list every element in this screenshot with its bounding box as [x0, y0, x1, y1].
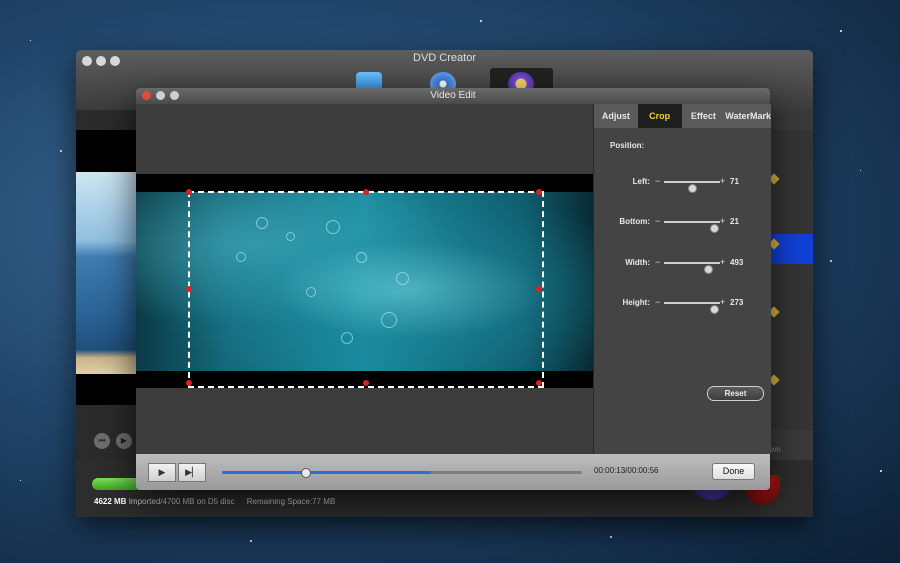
crop-handle-right[interactable] [536, 286, 542, 292]
crop-handle-bottom-right[interactable] [536, 380, 542, 386]
done-button[interactable]: Done [712, 463, 755, 480]
star [480, 20, 482, 22]
play-button[interactable]: ▶ [116, 433, 132, 449]
remaining-space: Remaining Space:77 MB [246, 497, 336, 506]
star [610, 536, 612, 538]
decrease-button[interactable]: − [655, 216, 660, 226]
star [830, 260, 832, 262]
left-value: 71 [730, 177, 739, 186]
previous-button[interactable]: ⏮ [94, 433, 110, 449]
star [880, 470, 882, 472]
play-icon[interactable]: ▶ [148, 463, 176, 482]
window-title: DVD Creator [413, 52, 476, 64]
capacity-text: 4622 MB Imported/4700 MB on D5 disc Rema… [94, 497, 335, 506]
playback-bar: ▶ ▶▏ 00:00:13/00:00:56 Done [136, 454, 770, 490]
progress-slider[interactable] [222, 468, 582, 478]
edit-side-panel: Adjust Crop Effect WaterMark Position: L… [593, 104, 771, 454]
video-edit-window: Video Edit Adjust Crop Effect WaterMark … [136, 88, 771, 490]
star [840, 30, 842, 32]
decrease-button[interactable]: − [655, 297, 660, 307]
left-slider[interactable] [664, 181, 720, 193]
progress-knob[interactable] [300, 468, 311, 478]
bottom-value: 21 [730, 217, 739, 226]
tab-effect[interactable]: Effect [682, 104, 726, 128]
video-preview-area [136, 104, 593, 454]
bottom-slider-row: Bottom: − + 21 [594, 215, 771, 233]
reset-button[interactable]: Reset [707, 386, 764, 401]
tab-watermark[interactable]: WaterMark [725, 104, 771, 128]
star [250, 540, 252, 542]
height-label: Height: [622, 298, 650, 307]
capacity-detail: Imported/4700 MB on D5 disc [128, 497, 235, 506]
crop-handle-top-left[interactable] [186, 189, 192, 195]
height-slider[interactable] [664, 302, 720, 314]
decrease-button[interactable]: − [655, 176, 660, 186]
slider-knob[interactable] [710, 305, 719, 314]
tab-crop[interactable]: Crop [637, 104, 682, 128]
increase-button[interactable]: + [720, 257, 725, 267]
crop-handle-bottom-left[interactable] [186, 380, 192, 386]
decrease-button[interactable]: − [655, 257, 660, 267]
tab-adjust[interactable]: Adjust [594, 104, 638, 128]
slider-knob[interactable] [704, 265, 713, 274]
left-slider-row: Left: − + 71 [594, 175, 771, 193]
crop-handle-top[interactable] [363, 189, 369, 195]
width-slider[interactable] [664, 262, 720, 274]
increase-button[interactable]: + [720, 297, 725, 307]
height-slider-row: Height: − + 273 [594, 296, 771, 314]
window-title: Video Edit [430, 90, 476, 101]
width-value: 493 [730, 258, 744, 267]
star [60, 150, 62, 152]
capacity-used: 4622 MB [94, 497, 127, 506]
edit-tabs: Adjust Crop Effect WaterMark [594, 104, 771, 128]
width-slider-row: Width: − + 493 [594, 256, 771, 274]
crop-handle-left[interactable] [186, 286, 192, 292]
increase-button[interactable]: + [720, 176, 725, 186]
slider-knob[interactable] [688, 184, 697, 193]
increase-button[interactable]: + [720, 216, 725, 226]
crop-handle-bottom[interactable] [363, 380, 369, 386]
star [20, 480, 21, 481]
bottom-label: Bottom: [619, 217, 650, 226]
video-edit-titlebar: Video Edit [136, 88, 770, 104]
crop-handle-top-right[interactable] [536, 189, 542, 195]
star [30, 40, 31, 41]
position-label: Position: [610, 141, 645, 150]
progress-fill [222, 471, 431, 474]
time-display: 00:00:13/00:00:56 [594, 466, 659, 475]
slider-knob[interactable] [710, 224, 719, 233]
bottom-slider[interactable] [664, 221, 720, 233]
star [860, 170, 861, 171]
crop-rectangle[interactable] [186, 189, 544, 388]
left-label: Left: [632, 177, 650, 186]
preview-image [76, 172, 136, 374]
title-list-selected-item[interactable] [769, 234, 813, 264]
height-value: 273 [730, 298, 744, 307]
width-label: Width: [625, 258, 650, 267]
play-frame-icon[interactable]: ▶▏ [178, 463, 206, 482]
